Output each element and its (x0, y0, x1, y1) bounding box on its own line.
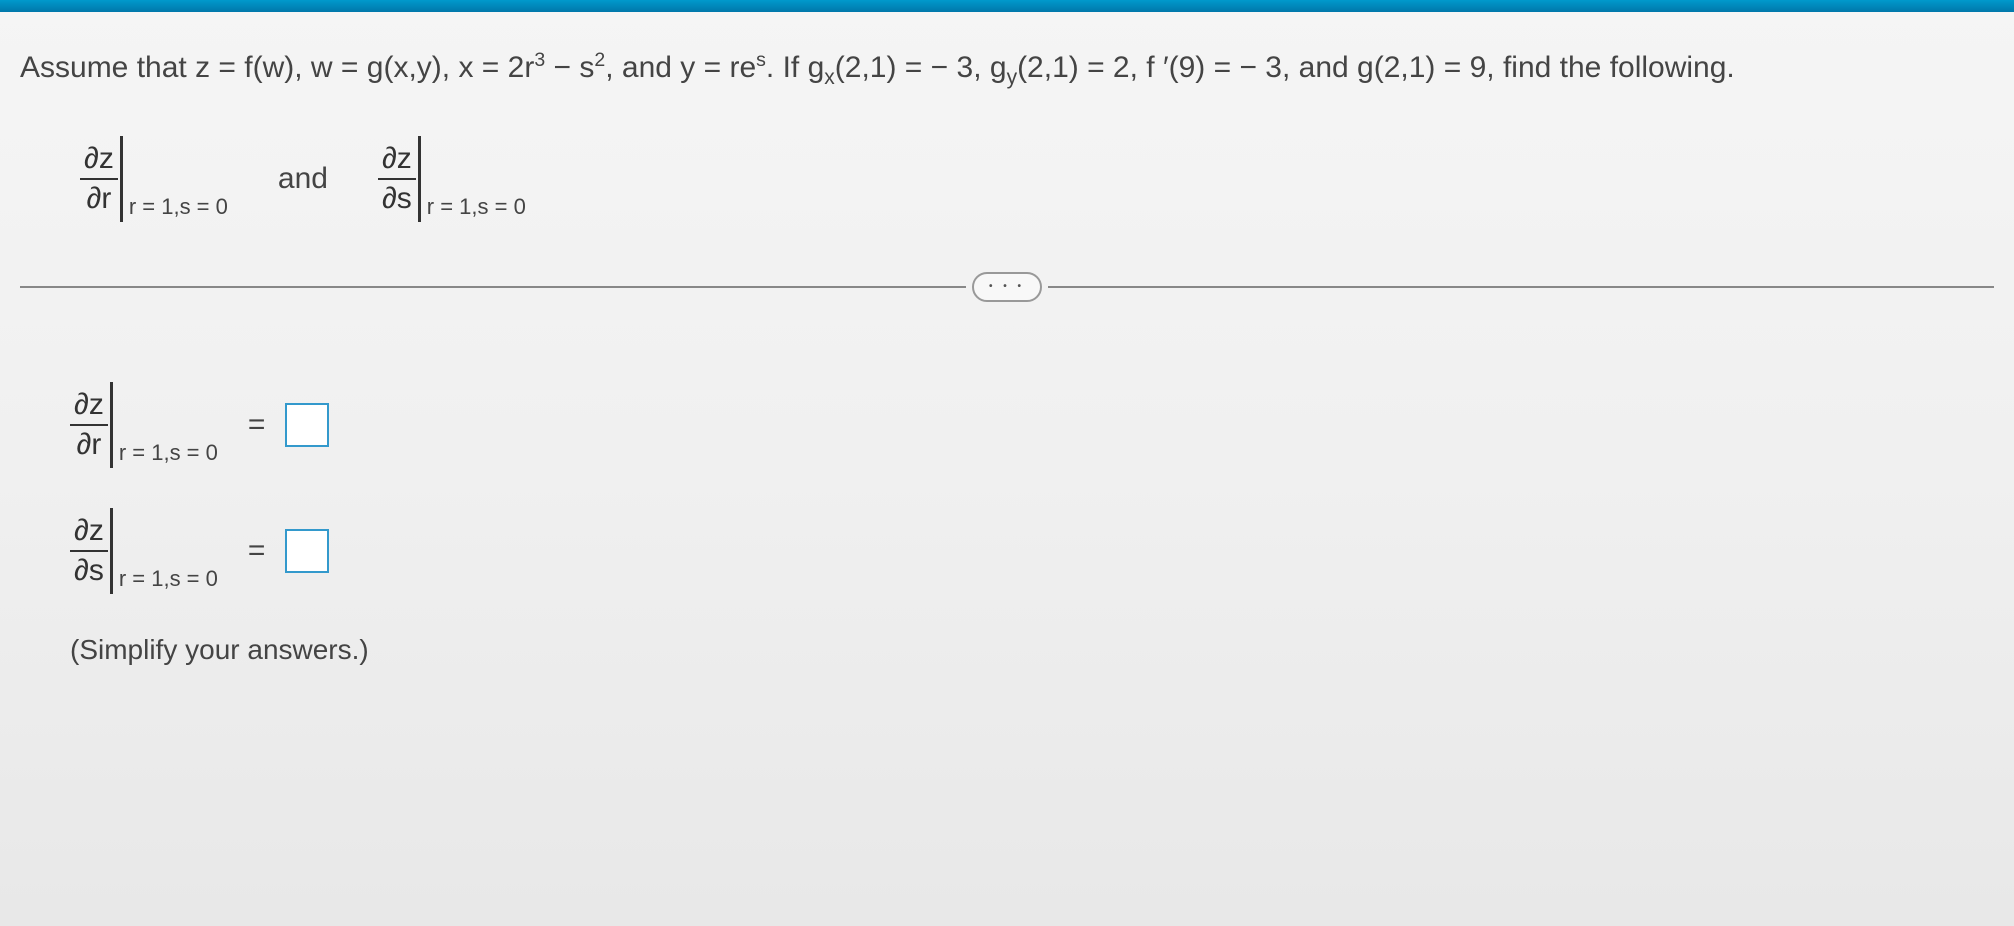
denominator-ds: ∂s (378, 180, 416, 216)
expand-button[interactable]: • • • (972, 272, 1042, 302)
numerator-dz: ∂z (80, 142, 118, 180)
simplify-instruction: (Simplify your answers.) (70, 634, 1994, 666)
eval-bar-ans1: r = 1,s = 0 (110, 382, 218, 468)
eval-bar-1: r = 1,s = 0 (120, 136, 228, 222)
denominator-ds-ans2: ∂s (70, 552, 108, 588)
fraction-dzdr: ∂z ∂r (80, 142, 118, 216)
answer-input-dzdr[interactable] (285, 403, 329, 447)
exponent-3: 3 (534, 49, 545, 71)
window-top-bar (0, 0, 2014, 12)
and-connector: and (278, 162, 328, 196)
problem-content: Assume that z = f(w), w = g(x,y), x = 2r… (0, 12, 2014, 686)
denominator-dr: ∂r (83, 180, 116, 216)
numerator-dz-ans2: ∂z (70, 514, 108, 552)
eval-point-ans2: r = 1,s = 0 (119, 566, 218, 594)
subscript-x: x (824, 66, 835, 89)
ellipsis-icon: • • • (989, 281, 1025, 292)
fraction-dzds: ∂z ∂s (378, 142, 416, 216)
section-divider: • • • (20, 272, 1994, 302)
problem-text-3: , and y = re (605, 51, 756, 84)
exponent-2: 2 (594, 49, 605, 71)
denominator-dr-ans1: ∂r (73, 426, 106, 462)
problem-text-5: (2,1) = − 3, g (835, 51, 1007, 84)
problem-statement: Assume that z = f(w), w = g(x,y), x = 2r… (20, 42, 1994, 96)
eval-bar-ans2: r = 1,s = 0 (110, 508, 218, 594)
divider-line-left (20, 286, 966, 288)
problem-text-2: − s (545, 51, 594, 84)
eval-point-ans1: r = 1,s = 0 (119, 440, 218, 468)
dzds-expression: ∂z ∂s r = 1,s = 0 (378, 136, 526, 222)
subscript-y: y (1007, 66, 1018, 89)
fraction-answer-dzds: ∂z ∂s (70, 514, 108, 588)
equals-sign-2: = (248, 534, 266, 568)
problem-text-4: . If g (766, 51, 824, 84)
answer-dzdr-expression: ∂z ∂r r = 1,s = 0 (70, 382, 218, 468)
answer-row-dzds: ∂z ∂s r = 1,s = 0 = (70, 508, 1994, 594)
dzdr-expression: ∂z ∂r r = 1,s = 0 (80, 136, 228, 222)
answer-input-dzds[interactable] (285, 529, 329, 573)
exponent-s: s (756, 49, 766, 71)
numerator-dz-2: ∂z (378, 142, 416, 180)
eval-bar-2: r = 1,s = 0 (418, 136, 526, 222)
problem-text-1: Assume that z = f(w), w = g(x,y), x = 2r (20, 51, 534, 84)
numerator-dz-ans1: ∂z (70, 388, 108, 426)
equals-sign-1: = (248, 408, 266, 442)
answer-section: ∂z ∂r r = 1,s = 0 = ∂z ∂s r = 1,s = 0 (20, 382, 1994, 666)
answer-dzds-expression: ∂z ∂s r = 1,s = 0 (70, 508, 218, 594)
eval-point-1: r = 1,s = 0 (129, 194, 228, 222)
problem-text-6: (2,1) = 2, f ′(9) = − 3, and g(2,1) = 9,… (1017, 51, 1735, 84)
eval-point-2: r = 1,s = 0 (427, 194, 526, 222)
find-expressions: ∂z ∂r r = 1,s = 0 and ∂z ∂s r = 1,s = 0 (20, 136, 1994, 222)
fraction-answer-dzdr: ∂z ∂r (70, 388, 108, 462)
answer-row-dzdr: ∂z ∂r r = 1,s = 0 = (70, 382, 1994, 468)
divider-line-right (1048, 286, 1994, 288)
